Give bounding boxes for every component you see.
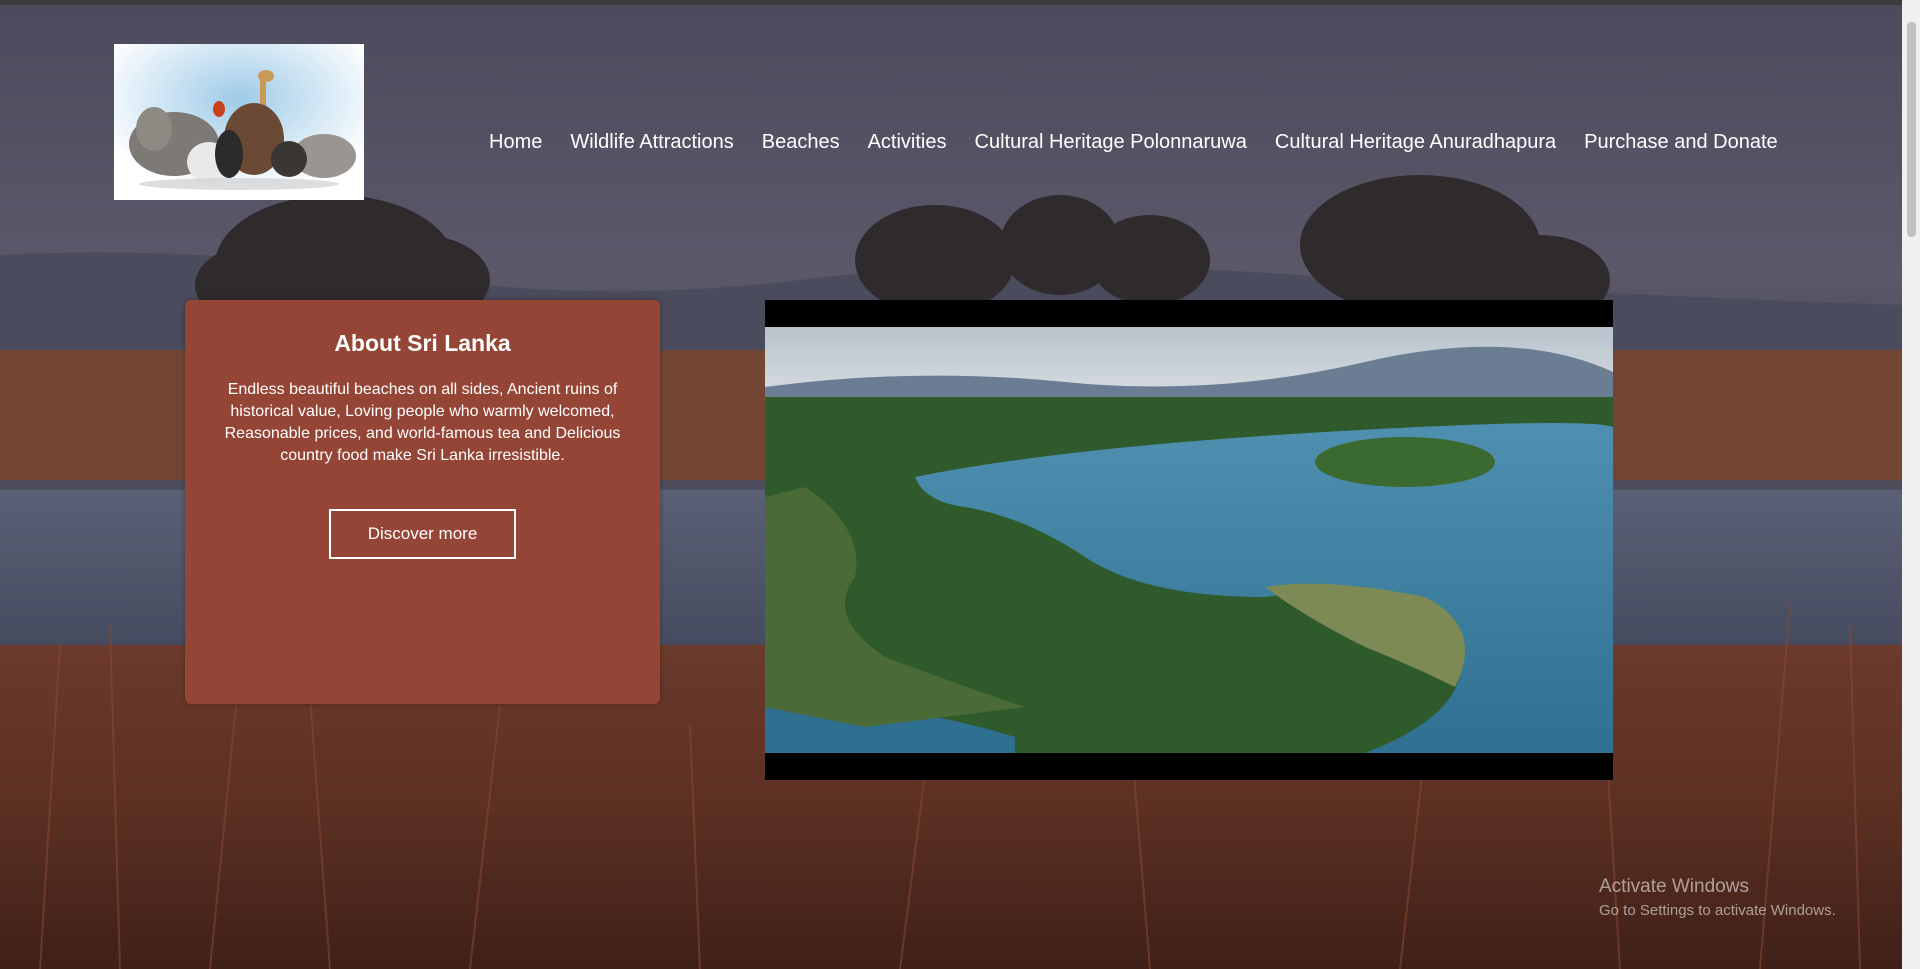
nav-link-activities[interactable]: Activities bbox=[854, 127, 961, 158]
site-logo[interactable] bbox=[114, 44, 364, 200]
nav-link-cultural-heritage-anuradhapura[interactable]: Cultural Heritage Anuradhapura bbox=[1261, 127, 1570, 158]
about-title: About Sri Lanka bbox=[334, 330, 511, 356]
nav-link-purchase-and-donate[interactable]: Purchase and Donate bbox=[1570, 127, 1791, 158]
nav-link-wildlife-attractions[interactable]: Wildlife Attractions bbox=[556, 127, 747, 158]
watermark-subtitle: Go to Settings to activate Windows. bbox=[1599, 902, 1836, 919]
animals-logo-image bbox=[114, 44, 364, 200]
nav-link-home[interactable]: Home bbox=[475, 127, 556, 158]
page-scrollbar[interactable] bbox=[1902, 0, 1920, 969]
discover-more-button[interactable]: Discover more bbox=[329, 509, 516, 559]
about-description: Endless beautiful beaches on all sides, … bbox=[224, 381, 621, 464]
lake-aerial-image bbox=[765, 327, 1613, 753]
about-card: About Sri Lanka Endless beautiful beache… bbox=[185, 300, 660, 704]
scrollbar-thumb[interactable] bbox=[1907, 22, 1916, 237]
nav-link-cultural-heritage-polonnaruwa[interactable]: Cultural Heritage Polonnaruwa bbox=[961, 127, 1261, 158]
windows-activation-watermark: Activate Windows Go to Settings to activ… bbox=[1599, 876, 1836, 919]
nav-link-beaches[interactable]: Beaches bbox=[748, 127, 854, 158]
watermark-title: Activate Windows bbox=[1599, 876, 1749, 897]
video-player[interactable] bbox=[765, 300, 1613, 780]
main-nav: Home Wildlife Attractions Beaches Activi… bbox=[475, 127, 1792, 158]
